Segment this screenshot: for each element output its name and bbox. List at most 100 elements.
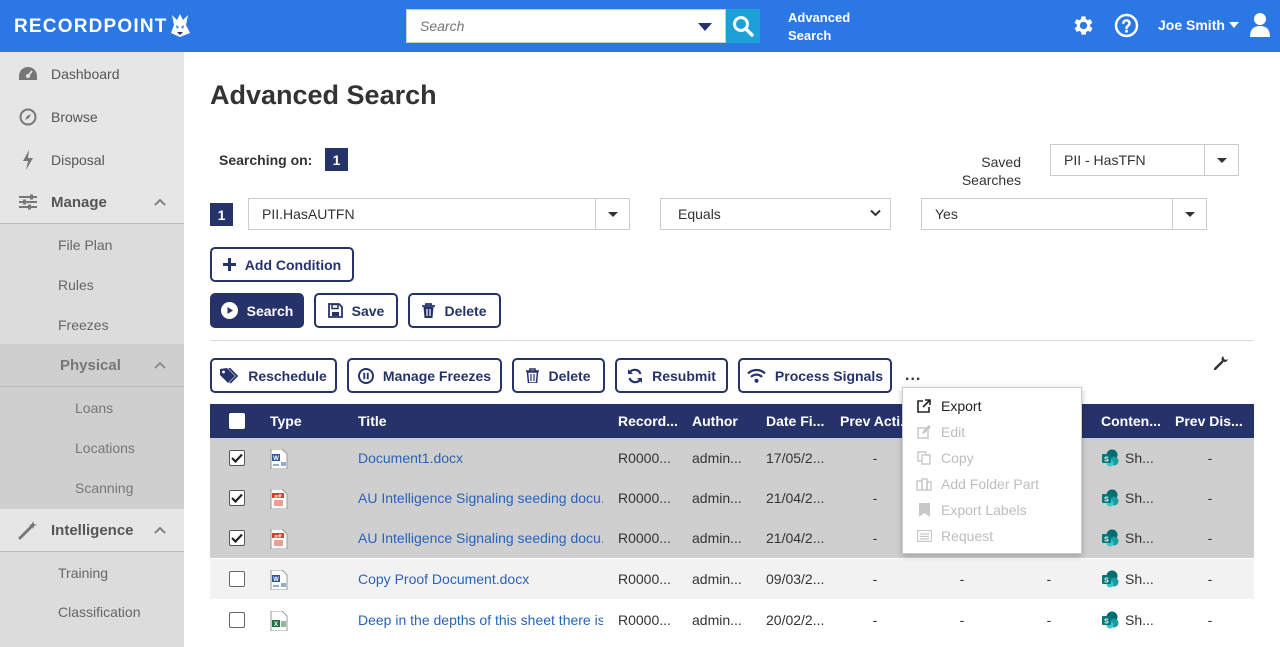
sidebar-item-scanning[interactable]: Scanning [0,467,184,509]
table-row[interactable]: W Copy Proof Document.docx R0000... admin..… [210,559,1254,599]
sidebar-item-training[interactable]: Training [0,552,184,593]
menu-item-edit[interactable]: Edit [903,419,1081,445]
column-header-date-filed[interactable]: Date Fi... [766,404,824,438]
edit-icon [916,424,932,440]
app-logo[interactable]: RECORDPOINT [14,16,168,38]
column-header-title[interactable]: Title [358,404,387,438]
user-avatar-icon[interactable] [1250,12,1270,38]
delete-records-button[interactable]: Delete [512,358,605,393]
cell-hidden-column: - [959,571,965,587]
help-icon[interactable] [1114,13,1139,38]
more-actions-button[interactable]: ... [905,367,921,385]
section-divider [210,340,1254,341]
cell-title[interactable]: AU Intelligence Signaling seeding docu..… [358,478,603,518]
dropdown-caret-icon[interactable] [1204,145,1238,175]
cell-content-label: Sh... [1125,490,1154,506]
sidebar-section-manage[interactable]: Manage [0,181,184,224]
sidebar-item-label: Training [58,564,109,581]
svg-text:X: X [274,622,278,628]
search-run-button[interactable]: Search [210,293,304,328]
global-search[interactable] [406,9,726,43]
table-row[interactable]: pdf AU Intelligence Signaling seeding doc… [210,518,1254,558]
cell-title[interactable]: Copy Proof Document.docx [358,559,603,599]
chevron-up-icon[interactable] [154,361,166,369]
chevron-up-icon[interactable] [154,526,166,534]
saved-searches-select[interactable]: PII - HasTFN [1050,144,1239,176]
condition-operator-select[interactable]: Equals [660,198,891,230]
cell-prev-action: - [872,571,878,587]
search-button[interactable] [726,9,760,43]
sidebar-item-browse[interactable]: Browse [0,95,184,138]
saved-search-value: PII - HasTFN [1064,152,1146,168]
dropdown-caret-icon[interactable] [1172,199,1206,229]
menu-item-copy[interactable]: Copy [903,445,1081,471]
sidebar-item-rules[interactable]: Rules [0,264,184,305]
menu-item-add-folder-part[interactable]: Add Folder Part [903,471,1081,497]
dropdown-caret-icon[interactable] [595,199,629,229]
save-search-button[interactable]: Save [314,293,398,328]
cell-title[interactable]: AU Intelligence Signaling seeding docu..… [358,518,603,558]
condition-value-select[interactable]: Yes [921,198,1207,230]
row-checkbox[interactable] [229,571,245,587]
svg-text:S: S [1104,577,1109,584]
column-header-content[interactable]: Conten... [1101,404,1161,438]
button-label: Resubmit [652,367,716,384]
sidebar-item-loans[interactable]: Loans [0,387,184,428]
user-menu-caret-icon[interactable] [1229,22,1239,28]
cell-prev-disposal: - [1207,490,1213,506]
menu-item-label: Export Labels [941,502,1027,518]
sidebar-item-disposal[interactable]: Disposal [0,138,184,181]
delete-search-button[interactable]: Delete [408,293,501,328]
resubmit-button[interactable]: Resubmit [615,358,728,393]
row-checkbox[interactable] [229,612,245,628]
column-header-author[interactable]: Author [692,404,738,438]
sidebar-item-classification[interactable]: Classification [0,592,184,647]
cell-content: S Sh... [1101,600,1171,640]
cell-title[interactable]: Deep in the depths of this sheet there i… [358,600,603,640]
row-checkbox[interactable] [229,450,245,466]
svg-text:S: S [1104,496,1109,503]
table-row[interactable]: pdf AU Intelligence Signaling seeding doc… [210,478,1254,518]
sidebar: Dashboard Browse Disposal Manage File Pl… [0,52,184,647]
sidebar-item-dashboard[interactable]: Dashboard [0,52,184,95]
process-signals-button[interactable]: Process Signals [738,358,892,393]
chevron-up-icon[interactable] [154,198,166,206]
cell-hidden-column: - [1046,571,1052,587]
column-header-type[interactable]: Type [270,404,302,438]
copy-icon [916,450,932,466]
search-scope-dropdown-icon[interactable] [698,23,712,31]
button-label: Process Signals [774,367,884,384]
column-header-record[interactable]: Record... [618,404,678,438]
column-header-prev-disposal[interactable]: Prev Dis... [1175,404,1243,438]
sharepoint-icon: S [1101,449,1119,467]
reschedule-button[interactable]: Reschedule [210,358,337,393]
sidebar-item-locations[interactable]: Locations [0,427,184,468]
global-search-input[interactable] [407,10,677,42]
wrench-icon[interactable] [1214,355,1229,370]
search-icon [733,16,754,37]
row-checkbox[interactable] [229,490,245,506]
sidebar-section-intelligence[interactable]: Intelligence [0,509,184,552]
cell-prev-action: - [872,612,878,628]
sidebar-section-physical[interactable]: Physical [0,344,184,387]
add-condition-button[interactable]: Add Condition [210,247,354,282]
sidebar-section-label: Physical [60,356,121,374]
user-menu-name[interactable]: Joe Smith [1158,17,1225,33]
button-label: Add Condition [244,256,342,273]
svg-text:S: S [1104,618,1109,625]
menu-item-export-labels[interactable]: Export Labels [903,497,1081,523]
table-row[interactable]: X Deep in the depths of this sheet there … [210,600,1254,640]
settings-gear-icon[interactable] [1071,13,1096,38]
sidebar-item-file-plan[interactable]: File Plan [0,224,184,265]
select-all-checkbox[interactable] [229,413,245,429]
menu-item-export[interactable]: Export [903,393,1081,419]
manage-freezes-button[interactable]: Manage Freezes [347,358,502,393]
advanced-search-link[interactable]: Advanced Search [788,9,868,45]
row-checkbox[interactable] [229,530,245,546]
menu-item-request[interactable]: Request [903,523,1081,549]
cell-title[interactable]: Document1.docx [358,438,603,478]
table-row[interactable]: W Document1.docx R0000... admin... 17/05/2..… [210,438,1254,478]
sidebar-item-freezes[interactable]: Freezes [0,304,184,345]
sidebar-item-label: Classification [58,604,141,620]
condition-field-select[interactable]: PII.HasAUTFN [248,198,630,230]
